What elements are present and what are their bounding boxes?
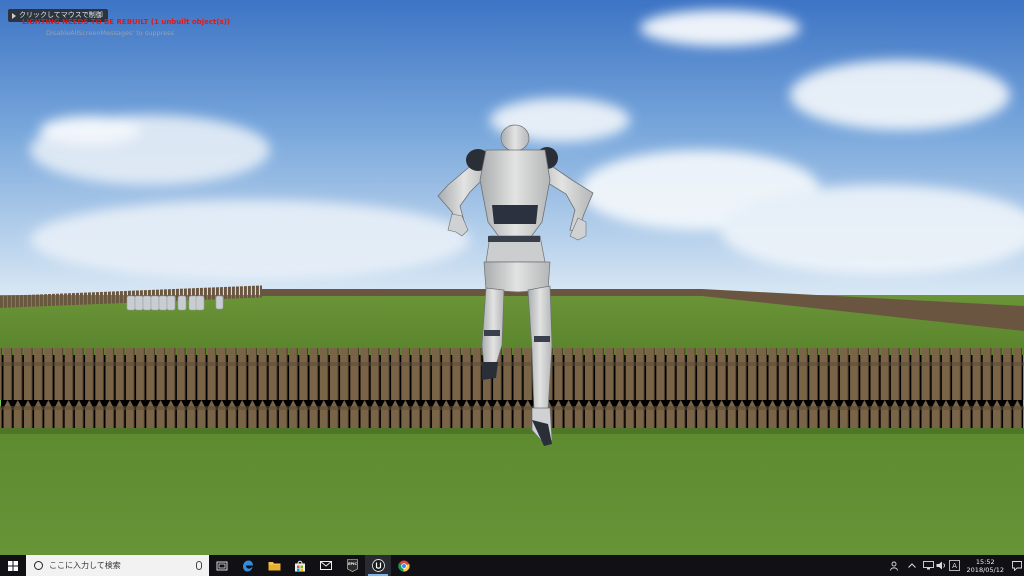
clock[interactable]: 15:52 2018/05/12	[967, 558, 1004, 574]
taskbar: ここに入力して検索 EPIC A 15:52 2018/05/12	[0, 555, 1024, 576]
edge-button[interactable]	[235, 555, 261, 576]
folder-icon	[268, 562, 280, 571]
clock-time: 15:52	[975, 557, 995, 566]
search-placeholder: ここに入力して検索	[49, 561, 121, 570]
near-field	[0, 428, 1024, 555]
notification-button[interactable]	[1010, 555, 1024, 576]
task-view-icon	[216, 561, 228, 570]
game-scene	[0, 0, 1024, 555]
svg-text:A: A	[952, 562, 957, 570]
unreal-engine-icon	[371, 559, 385, 572]
clock-date: 2018/05/12	[966, 565, 1004, 574]
system-tray: A 15:52 2018/05/12	[889, 555, 1024, 576]
epic-label: EPIC	[348, 562, 357, 566]
volume-icon[interactable]	[935, 561, 948, 570]
ime-icon[interactable]: A	[948, 560, 961, 571]
search-box[interactable]: ここに入力して検索	[26, 555, 209, 576]
notification-icon	[1012, 560, 1022, 571]
file-explorer-button[interactable]	[261, 555, 287, 576]
start-button[interactable]	[0, 555, 26, 576]
mail-icon	[320, 561, 332, 570]
epic-games-icon: EPIC	[346, 559, 358, 572]
lighting-warning: LIGHTING NEEDS TO BE REBUILT (1 unbuilt …	[22, 18, 231, 26]
microphone-icon[interactable]	[196, 561, 202, 570]
cortana-icon	[34, 561, 43, 570]
game-viewport[interactable]: クリックしてマウスで制御 LIGHTING NEEDS TO BE REBUIL…	[0, 0, 1024, 555]
far-fence-back	[262, 289, 702, 296]
suppress-message: DisableAllScreenMessages' to suppress	[46, 29, 174, 37]
task-view-button[interactable]	[209, 555, 235, 576]
people-icon[interactable]	[889, 561, 902, 571]
store-button[interactable]	[287, 555, 313, 576]
chrome-icon	[398, 560, 410, 572]
unreal-engine-button[interactable]	[365, 555, 391, 576]
edge-icon	[243, 560, 253, 571]
mail-button[interactable]	[313, 555, 339, 576]
chrome-button[interactable]	[391, 555, 417, 576]
windows-icon	[8, 560, 18, 571]
chevron-up-icon[interactable]	[902, 563, 922, 568]
near-fence	[0, 348, 1024, 428]
network-icon[interactable]	[922, 561, 935, 570]
store-icon	[295, 560, 305, 571]
play-icon	[12, 12, 16, 19]
epic-games-button[interactable]: EPIC	[339, 555, 365, 576]
